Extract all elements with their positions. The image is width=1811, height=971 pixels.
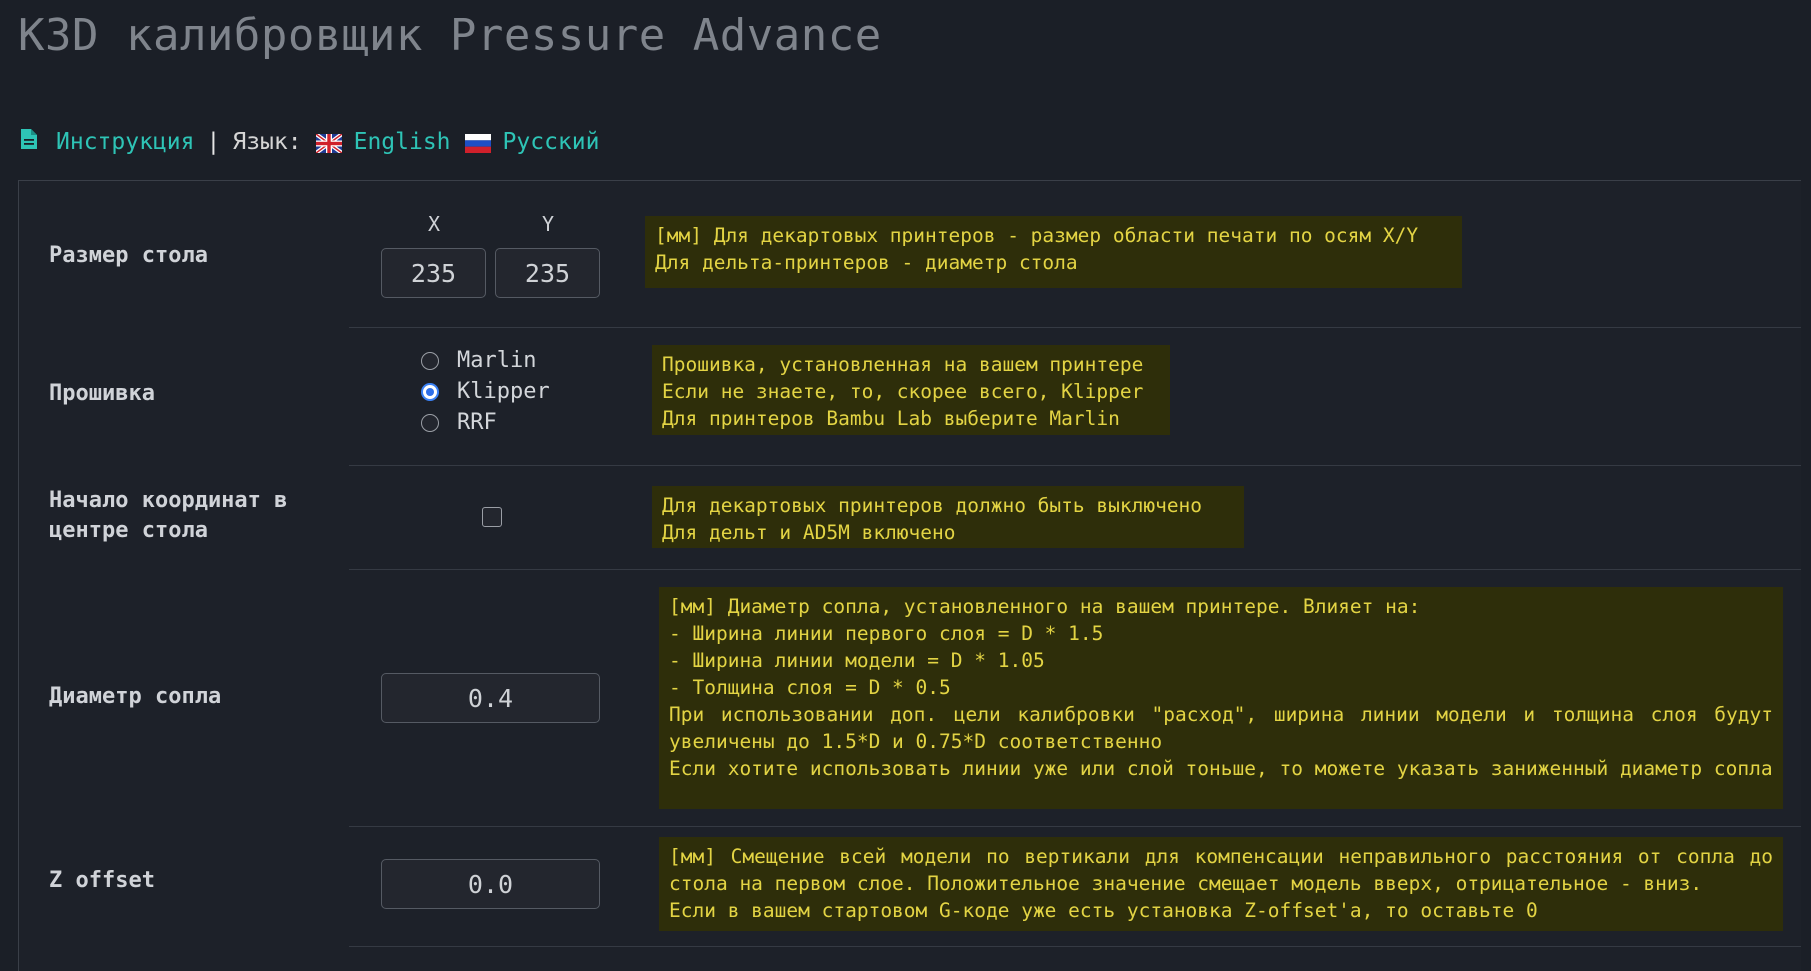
bed-size-row: Размер стола X Y [мм] Для декартовых при… bbox=[19, 181, 1801, 328]
page-title: K3D калибровщик Pressure Advance bbox=[18, 10, 882, 61]
bed-size-x-input[interactable] bbox=[381, 248, 486, 298]
z-offset-row: Z offset [мм] Смещение всей модели по ве… bbox=[19, 827, 1801, 947]
language-label: Язык: bbox=[232, 129, 302, 155]
x-axis-label: X bbox=[428, 212, 441, 236]
radio-klipper[interactable] bbox=[421, 382, 439, 401]
firmware-row: Прошивка Marlin Klipper RRF Прошивка, ус… bbox=[19, 328, 1801, 466]
settings-panel: Размер стола X Y [мм] Для декартовых при… bbox=[18, 180, 1801, 971]
nozzle-label: Диаметр сопла bbox=[49, 684, 222, 709]
origin-center-label: Начало координат в центре стола bbox=[49, 488, 288, 543]
english-link[interactable]: English bbox=[354, 129, 451, 155]
radio-rrf-label: RRF bbox=[457, 410, 497, 435]
nav-separator: | bbox=[206, 129, 221, 155]
z-offset-input[interactable] bbox=[381, 859, 600, 909]
nozzle-diameter-input[interactable] bbox=[381, 673, 600, 723]
radio-klipper-label: Klipper bbox=[457, 379, 550, 404]
bed-size-label: Размер стола bbox=[49, 243, 208, 268]
y-axis-label: Y bbox=[542, 212, 555, 236]
nozzle-row: Диаметр сопла [мм] Диаметр сопла, устано… bbox=[19, 570, 1801, 827]
row-divider bbox=[349, 946, 1801, 947]
nozzle-hint: [мм] Диаметр сопла, установленного на ва… bbox=[659, 587, 1783, 809]
firmware-option-marlin[interactable]: Marlin bbox=[421, 348, 536, 373]
firmware-option-rrf[interactable]: RRF bbox=[421, 410, 497, 435]
instructions-link[interactable]: Инструкция bbox=[56, 129, 194, 155]
document-icon bbox=[20, 128, 38, 156]
origin-center-hint: Для декартовых принтеров должно быть вык… bbox=[652, 486, 1244, 548]
bed-size-hint: [мм] Для декартовых принтеров - размер о… bbox=[645, 216, 1462, 288]
top-nav: Инструкция | Язык: English Русский bbox=[20, 128, 599, 156]
russian-link[interactable]: Русский bbox=[503, 129, 600, 155]
radio-rrf[interactable] bbox=[421, 413, 439, 432]
uk-flag-icon bbox=[314, 131, 343, 155]
russia-flag-icon bbox=[464, 133, 491, 153]
firmware-hint: Прошивка, установленная на вашем принтер… bbox=[652, 345, 1170, 435]
radio-marlin[interactable] bbox=[421, 351, 439, 370]
firmware-option-klipper[interactable]: Klipper bbox=[421, 379, 550, 404]
radio-marlin-label: Marlin bbox=[457, 348, 537, 373]
z-offset-label: Z offset bbox=[49, 868, 155, 893]
origin-center-row: Начало координат в центре стола Для дека… bbox=[19, 466, 1801, 570]
firmware-label: Прошивка bbox=[49, 381, 155, 406]
origin-center-checkbox[interactable] bbox=[482, 507, 502, 527]
bed-size-y-input[interactable] bbox=[495, 248, 600, 298]
z-offset-hint: [мм] Смещение всей модели по вертикали д… bbox=[659, 837, 1783, 931]
